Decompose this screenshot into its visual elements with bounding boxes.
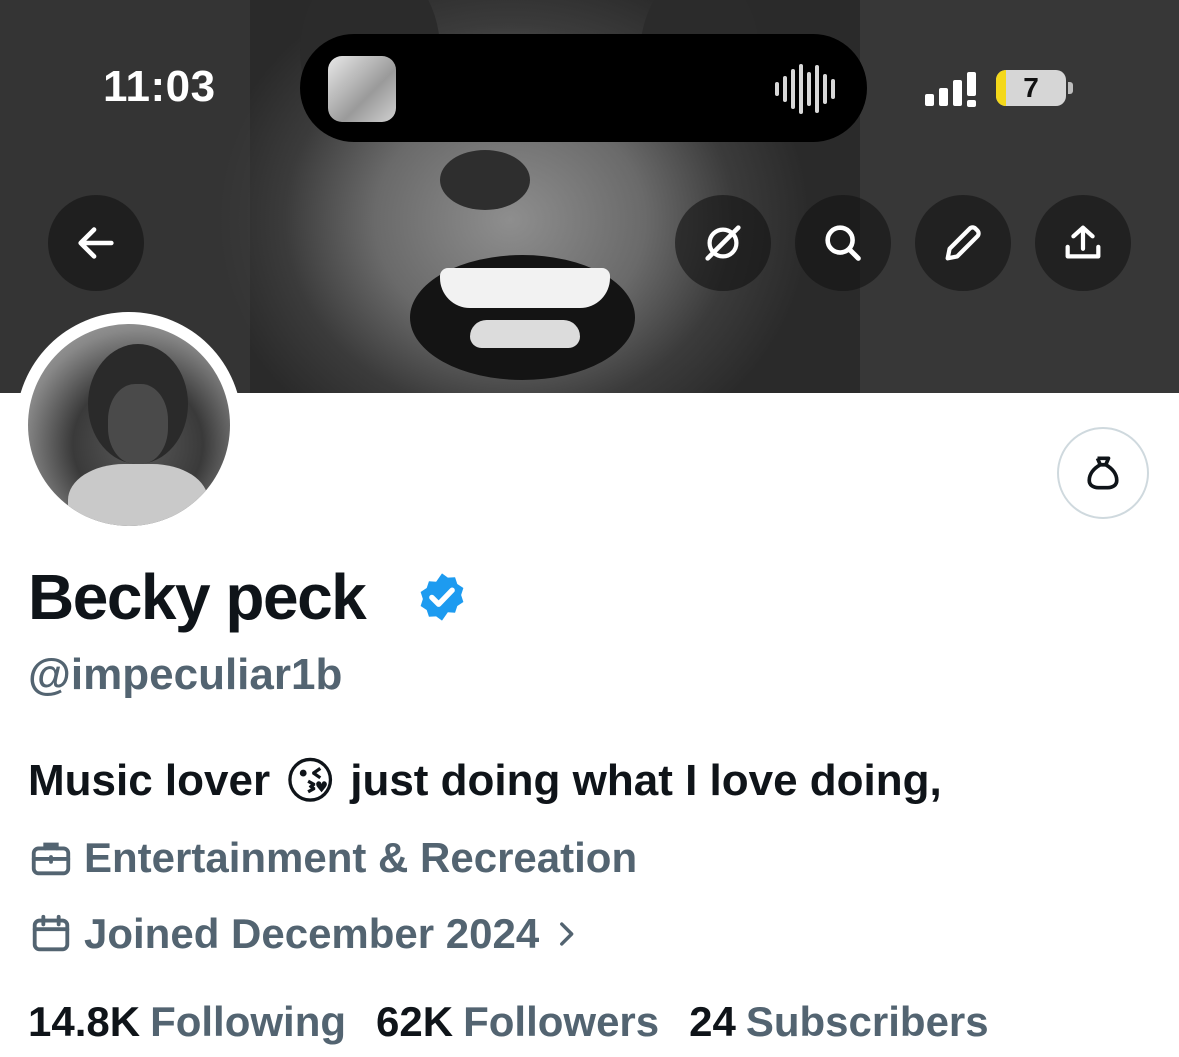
share-upload-icon [1065, 225, 1101, 259]
profile-handle: @impeculiar1b [28, 650, 343, 699]
status-time: 11:03 [103, 62, 216, 111]
grok-button[interactable] [675, 195, 771, 291]
followers-count[interactable]: 62K [376, 998, 453, 1046]
profile-name: Becky peck [28, 561, 367, 633]
grok-icon [705, 225, 741, 261]
joined-label: Joined December 2024 [84, 910, 540, 957]
calendar-icon [32, 914, 70, 952]
subscribers-count[interactable]: 24 [689, 998, 736, 1046]
arrow-left-icon [78, 227, 114, 259]
search-icon [825, 225, 861, 261]
profile-stats: 14.8K Following 62K Followers 24 Subscri… [28, 998, 1019, 1046]
subscribers-label[interactable]: Subscribers [746, 998, 989, 1046]
verified-badge-icon[interactable] [415, 570, 469, 624]
battery-tip [1068, 82, 1073, 94]
tip-button[interactable] [1057, 427, 1149, 519]
now-playing-thumbnail [328, 56, 396, 122]
dynamic-island[interactable] [300, 34, 867, 142]
avatar[interactable] [28, 324, 230, 526]
back-button[interactable] [48, 195, 144, 291]
profile-category: Entertainment & Recreation [28, 834, 637, 882]
profile-bio: Music lover 😘 just doing what I love doi… [28, 752, 942, 810]
bio-text-end: just doing what I love doing, [350, 756, 942, 805]
kiss-emoji: 😘 [284, 752, 337, 810]
edit-button[interactable] [915, 195, 1011, 291]
briefcase-icon [31, 842, 71, 876]
bio-text-start: Music lover [28, 756, 271, 805]
search-button[interactable] [795, 195, 891, 291]
audio-waveform-icon [775, 64, 843, 114]
share-button[interactable] [1035, 195, 1131, 291]
money-bag-icon [1087, 456, 1119, 490]
battery-level: 7 [1023, 72, 1039, 103]
following-count[interactable]: 14.8K [28, 998, 140, 1046]
following-label[interactable]: Following [150, 998, 346, 1046]
followers-label[interactable]: Followers [463, 998, 659, 1046]
chevron-right-icon [560, 922, 574, 946]
battery-indicator: 7 [996, 70, 1066, 106]
cellular-signal-icon [925, 72, 976, 107]
joined-date[interactable]: Joined December 2024 [28, 910, 593, 958]
category-label: Entertainment & Recreation [84, 834, 638, 881]
pencil-icon [945, 225, 981, 261]
